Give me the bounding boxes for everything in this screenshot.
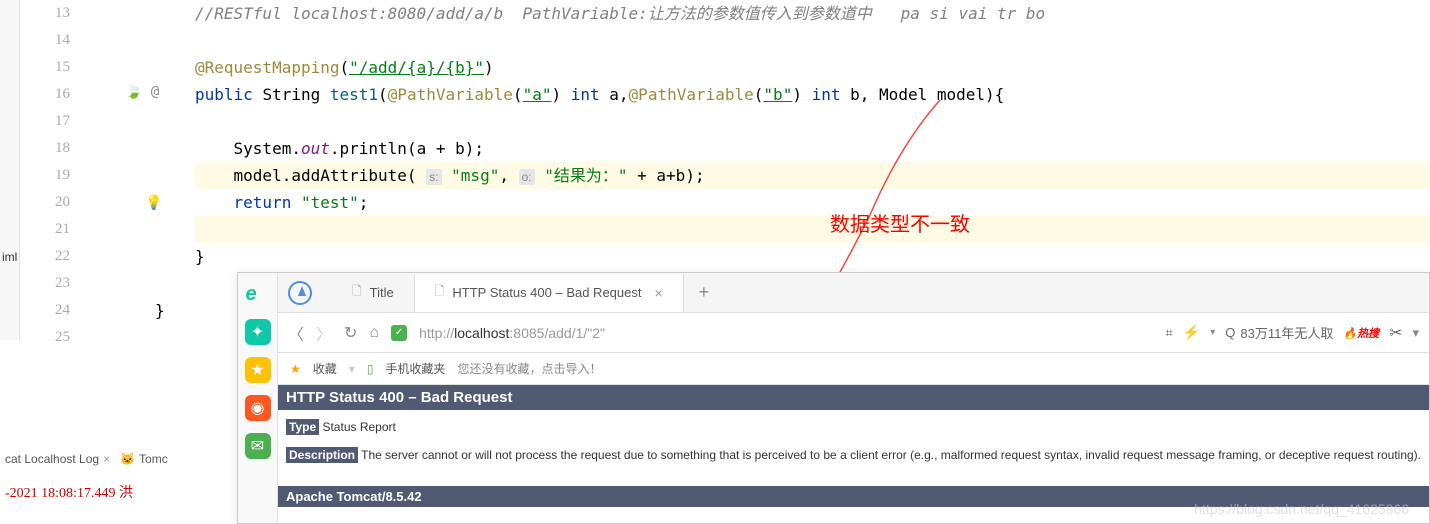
line-number[interactable]: 23 [20,270,70,297]
qr-icon[interactable]: ⌗ [1165,325,1172,341]
line-number[interactable]: 20 [20,189,70,216]
browser-sidebar: e ✦ ★ ◉ ✉ [238,273,278,523]
line-number[interactable]: 17 [20,108,70,135]
page-content: HTTP Status 400 – Bad Request Type Statu… [278,385,1429,507]
page-icon: 🗋 [435,282,445,303]
line-number[interactable]: 15 [20,54,70,81]
error-desc-value: The server cannot or will not process th… [361,448,1421,462]
url-input[interactable]: http://localhost:8085/add/1/"2" [419,325,1153,341]
error-type-value: Status Report [322,420,395,434]
log-tab[interactable]: cat Localhost Log × [5,452,110,466]
speed-icon[interactable]: ⚡ [1183,324,1200,341]
tomcat-tab[interactable]: 🐱 Tomc [120,452,168,466]
chevron-down-icon[interactable]: ▾ [1210,327,1215,338]
error-type-label: Type [286,419,319,435]
line-number[interactable]: 25 [20,324,70,351]
sidebar-mail-icon[interactable]: ✉ [245,433,271,459]
search-icon: Q [1225,325,1235,340]
tomcat-icon: 🐱 [120,452,135,466]
code-comment: //RESTful localhost:8080/add/a/b PathVar… [195,4,1045,23]
sidebar-favorites-icon[interactable]: ★ [245,357,271,383]
param-hint: s: [426,169,441,185]
address-bar: 〈 〉 ↻ ⌂ ✓ http://localhost:8085/add/1/"2… [278,313,1429,353]
line-number[interactable]: 21 [20,216,70,243]
line-number[interactable]: 22 [20,243,70,270]
line-gutter: 13 14 15 16 17 18 19 20 21 22 23 24 25 [20,0,80,340]
watermark-text: https://blog.csdn.net/qq_41625866 [1194,501,1409,517]
phone-icon: ▯ [367,362,374,376]
hot-search-badge[interactable]: 🔥热搜 [1343,325,1379,341]
param-hint: o: [519,169,535,185]
project-sidebar [0,0,20,340]
browser-tab-bar: 🗋 Title 🗋 HTTP Status 400 – Bad Request … [278,273,1429,313]
line-number[interactable]: 13 [20,0,70,27]
tool-window-tabs: cat Localhost Log × 🐱 Tomc [0,444,168,474]
browser-window: e ✦ ★ ◉ ✉ 🗋 Title 🗋 HTTP Status 400 – Ba… [237,272,1430,524]
mobile-favorites-link[interactable]: 手机收藏夹 [385,360,445,377]
annotation-text: 数据类型不一致 [830,208,970,237]
close-icon[interactable]: × [103,452,110,466]
browser-tab-active[interactable]: 🗋 HTTP Status 400 – Bad Request × [415,274,684,312]
security-shield-icon[interactable]: ✓ [391,325,407,341]
file-label: iml [2,250,17,264]
bookmark-bar: ★ 收藏 ▾ ▯ 手机收藏夹 您还没有收藏，点击导入！ [278,353,1429,385]
new-tab-button[interactable]: + [684,282,725,303]
page-icon: 🗋 [352,282,362,303]
back-button[interactable]: 〈 [288,321,304,345]
error-desc-label: Description [286,447,358,463]
line-number[interactable]: 19 [20,162,70,189]
home-button[interactable]: ⌂ [369,324,379,342]
star-icon[interactable]: ★ [290,362,301,376]
log-output-line: -2021 18:08:17.449 洪 [0,482,133,502]
sidebar-weibo-icon[interactable]: ◉ [245,395,271,421]
error-title: HTTP Status 400 – Bad Request [278,385,1429,410]
line-number[interactable]: 16 [20,81,70,108]
line-number[interactable]: 14 [20,27,70,54]
reload-button[interactable]: ↻ [344,323,357,343]
line-number[interactable]: 24 [20,297,70,324]
sidebar-app-icon[interactable]: ✦ [245,319,271,345]
search-box[interactable]: Q 83万11年无人取 [1225,323,1333,342]
browser-tab[interactable]: 🗋 Title [332,274,415,312]
favorites-link[interactable]: 收藏 [313,360,337,377]
close-tab-icon[interactable]: × [654,285,662,301]
compass-icon[interactable] [288,281,312,305]
screenshot-icon[interactable]: ✂ [1389,323,1402,343]
bookmark-hint[interactable]: 您还没有收藏，点击导入！ [457,360,601,377]
browser-logo-icon[interactable]: e [246,283,270,307]
forward-button[interactable]: 〉 [316,321,332,345]
line-number[interactable]: 18 [20,135,70,162]
